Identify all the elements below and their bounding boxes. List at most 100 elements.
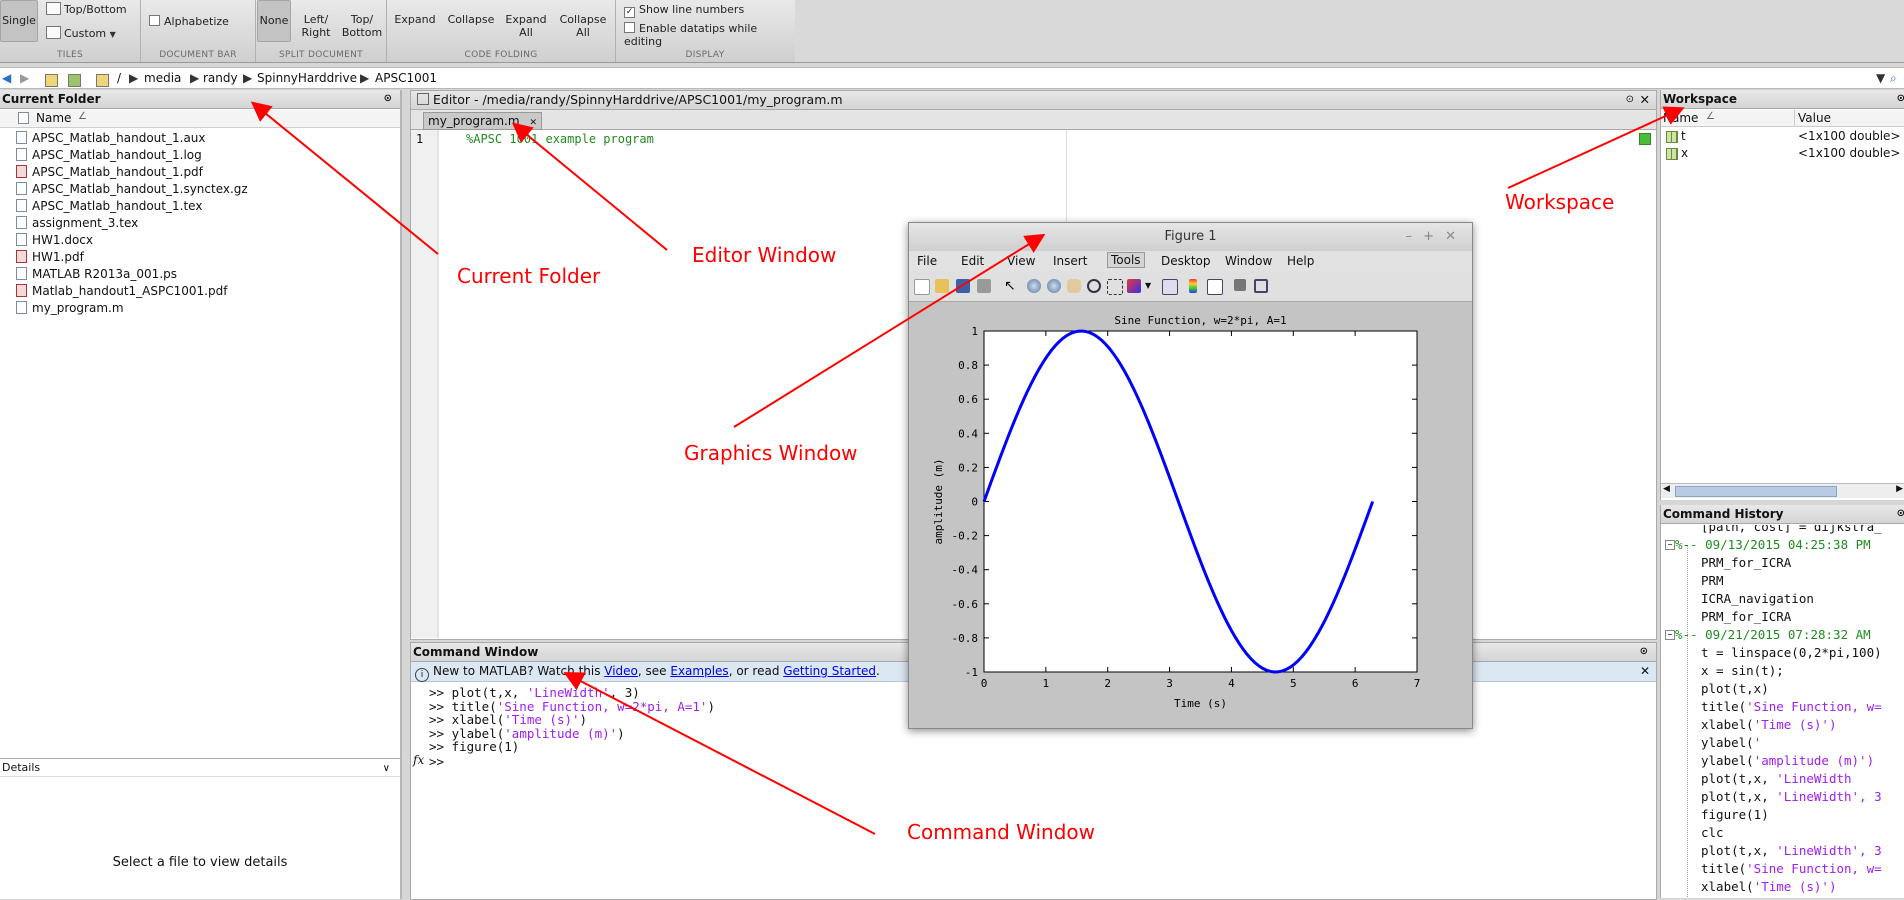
select-arrow-icon[interactable]: ↖ [1004,279,1018,293]
scroll-right-icon[interactable]: ▶ [1896,484,1903,494]
fx-icon[interactable]: fx [413,753,424,767]
expand-all-button[interactable]: Expand All [501,13,551,39]
examples-link[interactable]: Examples [670,664,728,678]
hide-plot-tools-icon[interactable] [1234,279,1246,291]
tab-close-icon[interactable]: ✕ [530,118,538,128]
history-item[interactable]: [path, cost] = dijkstra_ [1701,525,1882,534]
file-list-item[interactable]: HW1.docx [16,232,93,249]
print-icon[interactable] [977,279,991,293]
panel-menu-icon[interactable]: ⊙ [384,90,392,108]
open-file-icon[interactable] [935,279,949,293]
close-icon[interactable]: ✕ [1640,662,1650,681]
history-item[interactable]: plot(t,x, 'LineWidth', 3 [1701,789,1882,804]
command-prompt[interactable]: >> [429,754,444,769]
data-cursor-icon[interactable] [1107,279,1123,295]
split-top-bottom-button[interactable]: Top/ Bottom [340,13,384,39]
colorbar-icon[interactable] [1189,279,1197,293]
close-icon[interactable]: ✕ [1640,91,1650,109]
figure-menu-window[interactable]: Window [1225,254,1272,268]
save-icon[interactable] [956,279,970,293]
file-list-item[interactable]: my_program.m [16,300,124,317]
single-tile-button[interactable]: Single [0,0,38,42]
history-item[interactable]: plot(t,x, 'LineWidth', 3 [1701,843,1882,858]
history-item[interactable]: xlabel('Time (s)') [1701,879,1836,894]
minimize-icon[interactable]: – [1406,223,1413,251]
expand-button[interactable]: Expand [393,13,437,26]
history-item[interactable]: xlabel('Time (s)') [1701,717,1836,732]
legend-icon[interactable] [1207,279,1223,295]
panel-menu-icon[interactable]: ⊙ [1640,643,1648,661]
file-list-item[interactable]: APSC_Matlab_handout_1.synctex.gz [16,181,248,198]
history-item[interactable]: title('Sine Function, w= [1701,861,1882,876]
split-none-button[interactable]: None [257,0,291,42]
name-column-header[interactable]: Name ∠ [0,110,400,128]
history-item[interactable]: ylabel('amplitude (m)') [1701,753,1874,768]
workspace-variable-row[interactable]: x <1x100 double> [1661,145,1904,162]
name-column-label[interactable]: Name [1663,111,1698,125]
scroll-left-icon[interactable]: ◀ [1663,484,1670,494]
pan-hand-icon[interactable] [1067,279,1081,293]
panel-menu-icon[interactable]: ⊙ [1897,505,1904,523]
new-figure-icon[interactable] [914,279,930,295]
file-list-item[interactable]: MATLAB R2013a_001.ps [16,266,177,283]
file-list-item[interactable]: assignment_3.tex [16,215,138,232]
horizontal-scrollbar[interactable]: ◀ ▶ [1661,483,1904,498]
panel-menu-icon[interactable]: ⊙ [1897,90,1904,108]
history-session-header[interactable]: %-- 09/13/2015 04:25:38 PM [1675,537,1871,552]
collapse-icon[interactable]: − [1665,540,1675,550]
search-icon[interactable]: ⌕ [1890,71,1897,86]
file-list-item[interactable]: APSC_Matlab_handout_1.pdf [16,164,203,181]
figure-menu-help[interactable]: Help [1287,254,1314,268]
path-root[interactable]: / [117,71,121,85]
history-item[interactable]: title('Sine Function, w= [1701,699,1882,714]
figure-menu-tools[interactable]: Tools [1107,252,1145,268]
figure-menu-view[interactable]: View [1007,254,1035,268]
show-line-numbers-checkbox[interactable]: ✓ Show line numbers [624,3,744,18]
chevron-down-icon[interactable]: ▼ [1876,71,1885,85]
file-list-item[interactable]: HW1.pdf [16,249,84,266]
link-plot-icon[interactable] [1162,279,1178,295]
rotate-icon[interactable] [1087,279,1101,293]
file-list-item[interactable]: Matlab_handout1_ASPC1001.pdf [16,283,227,300]
file-list-item[interactable]: APSC_Matlab_handout_1.log [16,147,202,164]
figure-menu-edit[interactable]: Edit [961,254,984,268]
collapse-all-button[interactable]: Collapse All [555,13,611,39]
back-arrow-icon[interactable]: ◀ [2,71,11,85]
zoom-out-icon[interactable] [1047,279,1061,293]
maximize-icon[interactable]: + [1423,223,1434,251]
history-item[interactable]: plot(t,x) [1701,681,1769,696]
split-left-right-button[interactable]: Left/ Right [296,13,336,39]
chevron-down-icon[interactable]: ▼ [1145,279,1153,293]
chevron-down-icon[interactable]: ∨ [383,760,390,777]
address-bar[interactable]: ◀ ▶ / ▶ media ▶ randy ▶ SpinnyHarddrive … [0,67,1904,89]
path-apsc1001[interactable]: APSC1001 [375,71,437,85]
history-item[interactable]: ICRA_navigation [1701,591,1814,606]
path-spinnyharddrive[interactable]: SpinnyHarddrive [257,71,357,85]
custom-tile-button[interactable]: Custom ▼ [46,26,116,41]
figure-menu-desktop[interactable]: Desktop [1161,254,1211,268]
close-icon[interactable]: ✕ [1445,223,1456,251]
brush-icon[interactable] [1127,279,1141,293]
figure-menu-file[interactable]: File [917,254,937,268]
figure-titlebar[interactable]: Figure 1 – + ✕ [909,223,1472,251]
getting-started-link[interactable]: Getting Started [783,664,876,678]
forward-arrow-icon[interactable]: ▶ [20,71,29,85]
history-session-header[interactable]: %-- 09/21/2015 07:28:32 AM [1675,627,1871,642]
history-item[interactable]: PRM [1701,573,1724,588]
path-randy[interactable]: randy [203,71,238,85]
history-item[interactable]: plot(t,x, 'LineWidth [1701,771,1852,786]
file-list-item[interactable]: APSC_Matlab_handout_1.tex [16,198,202,215]
path-media[interactable]: media [144,71,181,85]
video-link[interactable]: Video [604,664,638,678]
show-plot-tools-icon[interactable] [1254,279,1268,293]
history-item[interactable]: PRM_for_ICRA [1701,609,1791,624]
history-item[interactable]: x = sin(t); [1701,663,1784,678]
history-item[interactable]: clc [1701,825,1724,840]
figure-menu-insert[interactable]: Insert [1053,254,1087,268]
enable-datatips-checkbox[interactable]: Enable datatips while editing [624,22,794,48]
panel-menu-icon[interactable]: ⊙ [1626,91,1634,109]
sine-plot[interactable]: 0 1 2 3 4 5 6 7 -1 -0.8 -0.6 -0.4 -0.2 0 0.2 0.4 0.6 0.8 1… [909,303,1472,728]
workspace-variable-row[interactable]: t <1x100 double> [1661,128,1904,145]
alphabetize-checkbox[interactable]: Alphabetize [149,15,229,28]
zoom-in-icon[interactable] [1027,279,1041,293]
